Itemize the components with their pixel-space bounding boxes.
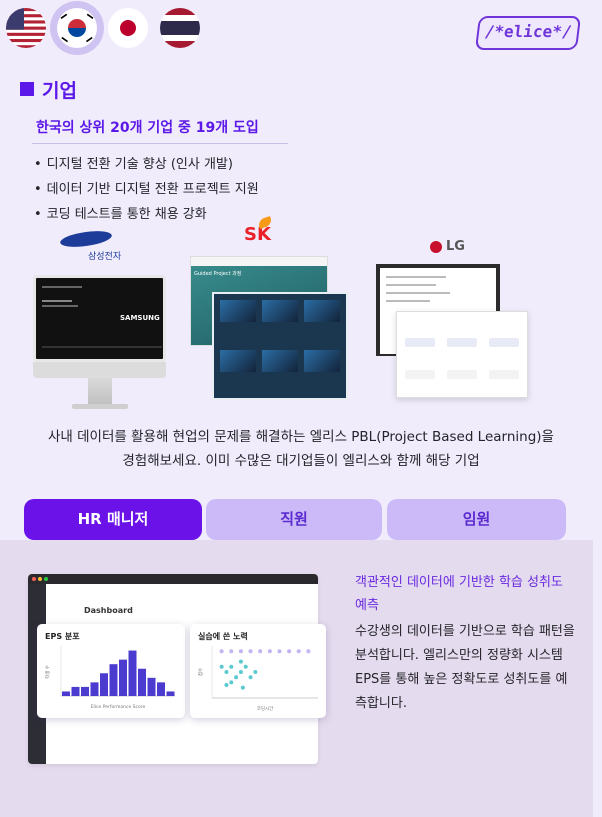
eps-bar: [71, 686, 80, 696]
top-bar: /*elice*/: [0, 0, 602, 62]
square-bullet-icon: [20, 82, 34, 96]
effort-point: [238, 670, 243, 674]
benefit-item: 코딩 테스트를 통한 채용 강화: [34, 202, 259, 227]
pbl-description: 사내 데이터를 활용해 현업의 문제를 해결하는 엘리스 PBL(Project…: [48, 429, 554, 469]
effort-point: [234, 675, 239, 680]
samsung-screenshot: SAMSUNG: [33, 275, 166, 362]
effort-point: [306, 649, 311, 654]
eps-bar: [109, 664, 118, 696]
role-tabs: HR 매니저 직원 임원: [24, 499, 566, 540]
eps-bar: [166, 691, 175, 696]
effort-point: [253, 670, 258, 674]
tab-employee[interactable]: 직원: [206, 499, 382, 540]
effort-chart-card: 코딩시간 점수 실습에 쓴 노력: [190, 624, 326, 718]
effort-point: [296, 649, 301, 654]
eps-chart-card: Elice Performance Score 학생 수 EPS 분포: [37, 624, 185, 718]
section-title: 기업: [20, 74, 77, 104]
effort-point: [240, 685, 245, 690]
japan-flag-icon[interactable]: [108, 8, 148, 48]
subtitle-underline: [32, 143, 288, 144]
lg-logo: LG: [430, 239, 465, 254]
eps-x-label: Elice Performance Score: [91, 704, 146, 710]
effort-point: [219, 664, 224, 669]
section-subtitle: 한국의 상위 20개 기업 중 19개 도입: [36, 120, 259, 136]
benefit-item: 디지털 전환 기술 향상 (인사 개발): [34, 152, 259, 177]
eps-bar: [100, 673, 108, 696]
eps-bar: [81, 686, 89, 696]
sk-course-grid: [212, 292, 348, 400]
effort-y-label: 점수: [197, 668, 204, 676]
effort-point: [258, 649, 263, 654]
effort-point: [224, 670, 229, 674]
eps-bar: [128, 650, 137, 696]
eps-bar: [90, 682, 99, 696]
feature-body: 수강생의 데이터를 기반으로 학습 패턴을 분석합니다. 엘리스만의 정량화 시…: [355, 624, 575, 711]
effort-point: [224, 683, 229, 687]
feature-title: 객관적인 데이터에 기반한 학습 성취도 예측: [355, 575, 563, 613]
effort-point: [229, 680, 234, 685]
samsung-logo: 삼성전자: [59, 228, 121, 262]
eps-bar: [157, 682, 165, 696]
effort-point: [219, 649, 224, 654]
benefit-list: 디지털 전환 기술 향상 (인사 개발) 데이터 기반 디지털 전환 프로젝트 …: [34, 152, 259, 227]
effort-point: [229, 649, 234, 654]
effort-point: [238, 659, 243, 664]
lg-report: [396, 311, 528, 398]
effort-point: [248, 675, 253, 680]
effort-point: [248, 649, 253, 654]
effort-point: [277, 649, 282, 654]
eps-bar: [147, 677, 156, 696]
eps-bar: [62, 691, 70, 696]
elice-logo[interactable]: /*elice*/: [474, 16, 582, 50]
effort-chart-title: 실습에 쓴 노력: [198, 632, 248, 641]
sk-logo: SK: [244, 215, 274, 245]
us-flag-icon[interactable]: [6, 8, 46, 48]
thailand-flag-icon[interactable]: [160, 8, 200, 48]
korea-flag-icon[interactable]: [57, 8, 97, 48]
feature-block: 객관적인 데이터에 기반한 학습 성취도 예측 수강생의 데이터를 기반으로 학…: [355, 571, 575, 716]
eps-chart-title: EPS 분포: [45, 632, 80, 641]
effort-point: [287, 649, 292, 654]
effort-x-label: 코딩시간: [257, 705, 274, 712]
effort-point: [229, 664, 234, 669]
tab-hr-manager[interactable]: HR 매니저: [24, 499, 202, 540]
lg-face-icon: [430, 240, 442, 253]
effort-point: [238, 649, 243, 654]
dashboard-title: Dashboard: [84, 606, 133, 615]
eps-bar: [119, 659, 127, 696]
tab-executive[interactable]: 임원: [387, 499, 566, 540]
effort-point: [267, 649, 272, 654]
eps-bar: [138, 668, 146, 696]
eps-y-label: 학생 수: [44, 665, 51, 679]
effort-point: [243, 664, 248, 669]
section-title-text: 기업: [42, 79, 77, 102]
benefit-item: 데이터 기반 디지털 전환 프로젝트 지원: [34, 177, 259, 202]
